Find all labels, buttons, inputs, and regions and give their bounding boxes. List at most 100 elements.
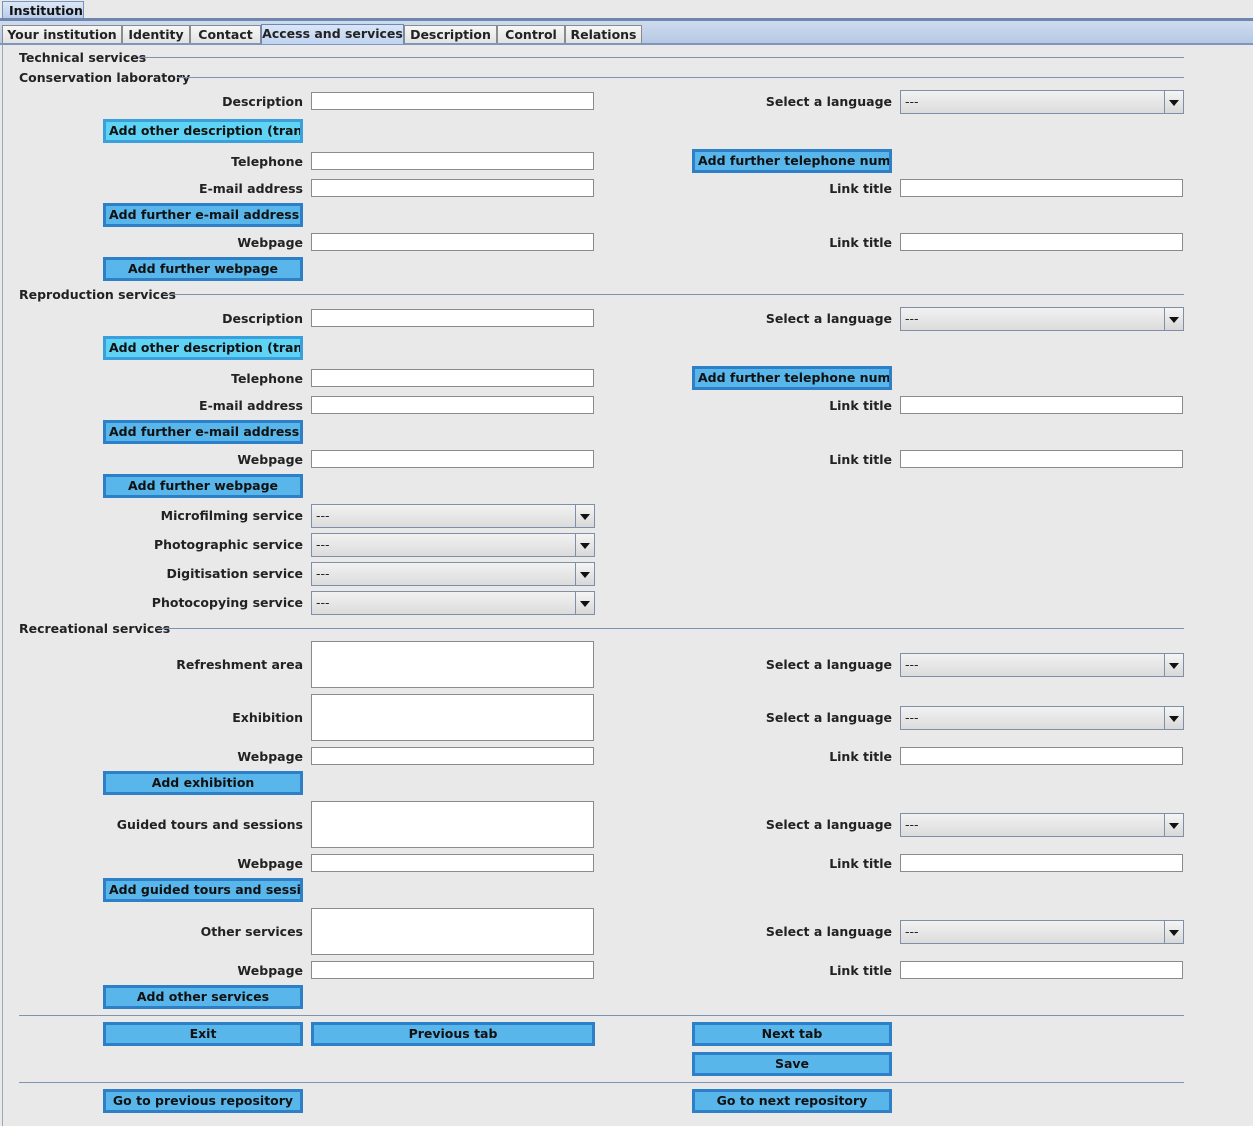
label-photographic: Photographic service bbox=[153, 537, 303, 552]
label-webpage: Webpage bbox=[237, 856, 303, 871]
exhibition-textarea[interactable] bbox=[311, 694, 594, 741]
tab-relations[interactable]: Relations bbox=[565, 25, 642, 43]
tab-your-institution[interactable]: Your institution bbox=[2, 25, 122, 43]
exhibition-webpage-input[interactable] bbox=[311, 747, 594, 765]
reproduction-webpage-link-title-input[interactable] bbox=[900, 450, 1183, 468]
section-title-technical: Technical services bbox=[19, 50, 147, 65]
reproduction-email-link-title-input[interactable] bbox=[900, 396, 1183, 414]
chevron-down-icon[interactable] bbox=[575, 563, 594, 585]
chevron-down-icon[interactable] bbox=[575, 505, 594, 527]
label-photocopying: Photocopying service bbox=[151, 595, 303, 610]
reproduction-email-input[interactable] bbox=[311, 396, 594, 414]
previous-repository-button[interactable]: Go to previous repository bbox=[103, 1089, 303, 1113]
label-select-language: Select a language bbox=[765, 710, 892, 725]
add-webpage-button[interactable]: Add further webpage bbox=[103, 474, 303, 498]
add-exhibition-button[interactable]: Add exhibition bbox=[103, 771, 303, 795]
combo-value: --- bbox=[905, 817, 919, 832]
combo-value: --- bbox=[316, 537, 330, 552]
label-link-title: Link title bbox=[829, 398, 892, 413]
label-digitisation: Digitisation service bbox=[166, 566, 303, 581]
exit-button[interactable]: Exit bbox=[103, 1022, 303, 1046]
label-link-title: Link title bbox=[829, 235, 892, 250]
tab-description[interactable]: Description bbox=[404, 25, 497, 43]
reproduction-language-select[interactable]: --- bbox=[900, 307, 1184, 331]
label-email: E-mail address bbox=[199, 181, 303, 196]
conservation-email-link-title-input[interactable] bbox=[900, 179, 1183, 197]
add-other-description-button[interactable]: Add other description (transl... bbox=[103, 336, 303, 360]
refreshment-language-select[interactable]: --- bbox=[900, 653, 1184, 677]
label-link-title: Link title bbox=[829, 963, 892, 978]
next-repository-button[interactable]: Go to next repository bbox=[692, 1089, 892, 1113]
label-select-language: Select a language bbox=[765, 657, 892, 672]
label-description: Description bbox=[222, 94, 303, 109]
label-link-title: Link title bbox=[829, 452, 892, 467]
chevron-down-icon[interactable] bbox=[1164, 814, 1183, 836]
guided-tours-webpage-input[interactable] bbox=[311, 854, 594, 872]
other-services-language-select[interactable]: --- bbox=[900, 920, 1184, 944]
label-webpage: Webpage bbox=[237, 235, 303, 250]
conservation-webpage-link-title-input[interactable] bbox=[900, 233, 1183, 251]
chevron-down-icon[interactable] bbox=[1164, 707, 1183, 729]
section-divider bbox=[163, 294, 1184, 295]
combo-value: --- bbox=[905, 311, 919, 326]
tab-contact[interactable]: Contact bbox=[190, 25, 261, 43]
guided-tours-language-select[interactable]: --- bbox=[900, 813, 1184, 837]
combo-value: --- bbox=[316, 508, 330, 523]
tab-access-and-services[interactable]: Access and services bbox=[261, 24, 404, 44]
chevron-down-icon[interactable] bbox=[1164, 91, 1183, 113]
add-webpage-button[interactable]: Add further webpage bbox=[103, 257, 303, 281]
conservation-language-select[interactable]: --- bbox=[900, 90, 1184, 114]
label-webpage: Webpage bbox=[237, 963, 303, 978]
section-divider bbox=[138, 57, 1184, 58]
label-select-language: Select a language bbox=[765, 817, 892, 832]
combo-value: --- bbox=[316, 566, 330, 581]
conservation-telephone-input[interactable] bbox=[311, 152, 594, 170]
other-services-link-title-input[interactable] bbox=[900, 961, 1183, 979]
conservation-description-input[interactable] bbox=[311, 92, 594, 110]
next-tab-button[interactable]: Next tab bbox=[692, 1022, 892, 1046]
photocopying-select[interactable]: --- bbox=[311, 591, 595, 615]
guided-tours-link-title-input[interactable] bbox=[900, 854, 1183, 872]
label-exhibition: Exhibition bbox=[232, 710, 303, 725]
label-description: Description bbox=[222, 311, 303, 326]
chevron-down-icon[interactable] bbox=[1164, 308, 1183, 330]
chevron-down-icon[interactable] bbox=[575, 592, 594, 614]
previous-tab-button[interactable]: Previous tab bbox=[311, 1022, 595, 1046]
add-other-services-button[interactable]: Add other services bbox=[103, 985, 303, 1009]
add-telephone-button[interactable]: Add further telephone number bbox=[692, 149, 892, 173]
chevron-down-icon[interactable] bbox=[1164, 654, 1183, 676]
microfilming-select[interactable]: --- bbox=[311, 504, 595, 528]
label-link-title: Link title bbox=[829, 856, 892, 871]
exhibition-link-title-input[interactable] bbox=[900, 747, 1183, 765]
chevron-down-icon[interactable] bbox=[1164, 921, 1183, 943]
add-email-button[interactable]: Add further e-mail address bbox=[103, 203, 303, 227]
add-telephone-button[interactable]: Add further telephone number bbox=[692, 366, 892, 390]
digitisation-select[interactable]: --- bbox=[311, 562, 595, 586]
conservation-email-input[interactable] bbox=[311, 179, 594, 197]
other-services-webpage-input[interactable] bbox=[311, 961, 594, 979]
guided-tours-textarea[interactable] bbox=[311, 801, 594, 848]
exhibition-language-select[interactable]: --- bbox=[900, 706, 1184, 730]
tab-control[interactable]: Control bbox=[497, 25, 565, 43]
reproduction-webpage-input[interactable] bbox=[311, 450, 594, 468]
conservation-webpage-input[interactable] bbox=[311, 233, 594, 251]
reproduction-description-input[interactable] bbox=[311, 309, 594, 327]
section-title-recreational: Recreational services bbox=[19, 621, 171, 636]
combo-value: --- bbox=[316, 595, 330, 610]
add-guided-tours-button[interactable]: Add guided tours and sessio... bbox=[103, 878, 303, 902]
add-email-button[interactable]: Add further e-mail address bbox=[103, 420, 303, 444]
other-services-textarea[interactable] bbox=[311, 908, 594, 955]
reproduction-telephone-input[interactable] bbox=[311, 369, 594, 387]
add-other-description-button[interactable]: Add other description (transl... bbox=[103, 119, 303, 143]
save-button[interactable]: Save bbox=[692, 1052, 892, 1076]
label-webpage: Webpage bbox=[237, 452, 303, 467]
tab-institution[interactable]: Institution bbox=[2, 1, 84, 18]
refreshment-textarea[interactable] bbox=[311, 641, 594, 688]
tab-identity[interactable]: Identity bbox=[122, 25, 190, 43]
label-guided-tours: Guided tours and sessions bbox=[116, 817, 303, 832]
photographic-select[interactable]: --- bbox=[311, 533, 595, 557]
chevron-down-icon[interactable] bbox=[575, 534, 594, 556]
section-divider bbox=[156, 628, 1184, 629]
label-email: E-mail address bbox=[199, 398, 303, 413]
label-link-title: Link title bbox=[829, 181, 892, 196]
